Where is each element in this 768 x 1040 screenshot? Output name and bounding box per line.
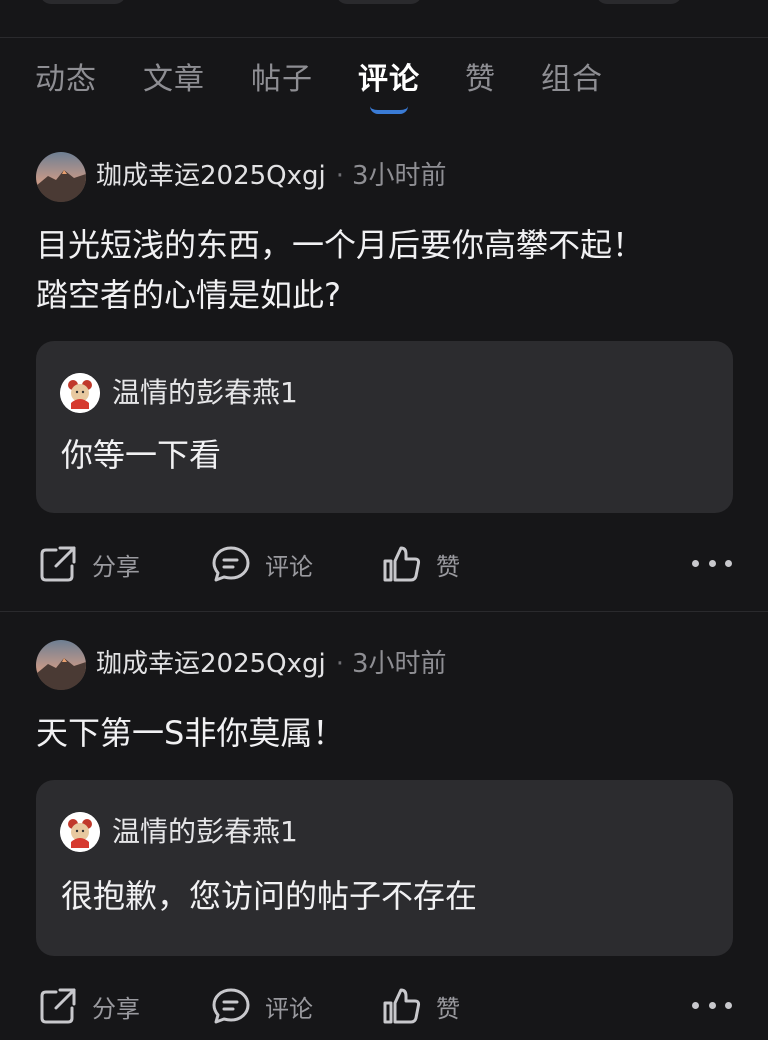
comment-text[interactable]: 天下第一S非你莫属！: [36, 708, 736, 758]
separator-dot: ·: [335, 161, 345, 191]
more-dot-icon: [692, 1001, 699, 1009]
share-label: 分享: [92, 552, 140, 581]
active-tab-indicator: [370, 106, 408, 114]
quoted-author-avatar[interactable]: [60, 812, 100, 852]
comment-button[interactable]: 评论: [211, 976, 313, 1036]
post-time: 3小时前: [352, 649, 447, 679]
quoted-text: 你等一下看: [61, 436, 222, 474]
like-label: 赞: [436, 552, 460, 581]
more-dot-icon: [708, 559, 716, 567]
tab-portfolio[interactable]: 组合: [541, 62, 603, 98]
quoted-text: 很抱歉，您访问的帖子不存在: [61, 877, 478, 915]
comment-card: 珈成幸运2025Qxgj · 3小时前 天下第一S非你莫属！ 温情的彭春燕1 很抱歉…: [0, 611, 768, 1040]
comment-button[interactable]: 评论: [211, 534, 313, 594]
comment-text[interactable]: 目光短浅的东西，一个月后要你高攀不起！ 踏空者的心情是如此?: [36, 220, 736, 320]
separator-dot: ·: [335, 649, 345, 679]
author-line: 珈成幸运2025Qxgj · 3小时前: [96, 160, 447, 192]
more-options-button[interactable]: [692, 990, 732, 1020]
quoted-author-name[interactable]: 温情的彭春燕1: [112, 812, 298, 852]
toolbar-pill[interactable]: [336, 0, 422, 4]
more-options-button[interactable]: [692, 548, 732, 578]
quoted-author-avatar[interactable]: [60, 373, 100, 413]
more-dot-icon: [692, 559, 699, 567]
share-icon: [40, 988, 76, 1024]
like-label: 赞: [436, 994, 460, 1023]
comment-card: 珈成幸运2025Qxgj · 3小时前 目光短浅的东西，一个月后要你高攀不起！ 踏空…: [0, 126, 768, 611]
like-button[interactable]: 赞: [382, 534, 460, 594]
share-icon: [40, 546, 76, 582]
author-avatar[interactable]: [36, 640, 86, 690]
comment-text-line: 天下第一S非你莫属！: [36, 714, 345, 752]
like-button[interactable]: 赞: [382, 976, 460, 1036]
share-button[interactable]: 分享: [38, 534, 140, 594]
tab-articles[interactable]: 文章: [143, 62, 205, 98]
more-dot-icon: [725, 559, 732, 567]
toolbar-pill[interactable]: [596, 0, 682, 4]
author-avatar[interactable]: [36, 152, 86, 202]
comment-label: 评论: [265, 994, 313, 1023]
post-time: 3小时前: [352, 161, 447, 191]
comment-icon: [212, 546, 250, 582]
author-name[interactable]: 珈成幸运2025Qxgj: [96, 649, 326, 679]
tab-posts[interactable]: 帖子: [251, 62, 313, 98]
comment-text-line: 目光短浅的东西，一个月后要你高攀不起！: [36, 226, 645, 264]
action-bar: 分享 评论 赞: [0, 976, 768, 1036]
tab-likes[interactable]: 赞: [465, 62, 496, 98]
more-dot-icon: [708, 1001, 716, 1009]
comment-text-line: 踏空者的心情是如此?: [36, 276, 341, 314]
quoted-author-name[interactable]: 温情的彭春燕1: [112, 373, 298, 413]
share-button[interactable]: 分享: [38, 976, 140, 1036]
author-name[interactable]: 珈成幸运2025Qxgj: [96, 161, 326, 191]
quoted-reply[interactable]: 温情的彭春燕1 很抱歉，您访问的帖子不存在: [36, 780, 733, 956]
tab-comments[interactable]: 评论: [358, 62, 420, 98]
top-toolbar-remnant: [0, 0, 768, 38]
comment-feed: 珈成幸运2025Qxgj · 3小时前 目光短浅的东西，一个月后要你高攀不起！ 踏空…: [0, 126, 768, 1040]
comment-icon: [212, 988, 250, 1024]
thumbs-up-icon: [383, 988, 421, 1024]
tab-activity[interactable]: 动态: [35, 62, 97, 98]
author-line: 珈成幸运2025Qxgj · 3小时前: [96, 648, 447, 680]
action-bar: 分享 评论 赞: [0, 534, 768, 594]
quoted-reply[interactable]: 温情的彭春燕1 你等一下看: [36, 341, 733, 513]
comment-label: 评论: [265, 552, 313, 581]
more-dot-icon: [725, 1001, 732, 1009]
share-label: 分享: [92, 994, 140, 1023]
tab-bar: 动态 文章 帖子 评论 赞 组合: [0, 38, 768, 126]
thumbs-up-icon: [383, 546, 421, 582]
toolbar-pill[interactable]: [40, 0, 126, 4]
